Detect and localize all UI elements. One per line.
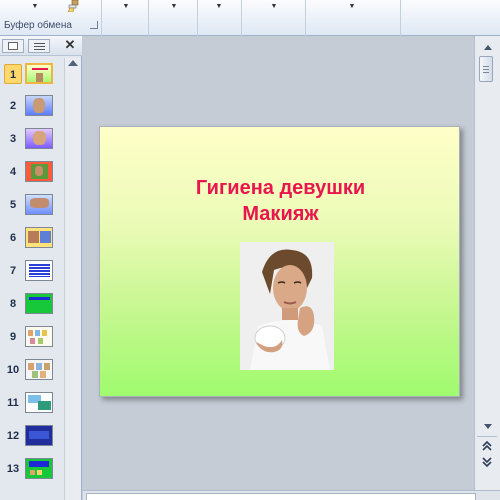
clipboard-group: ▼ Буфер обмена [0, 0, 102, 36]
thumbnail-slide-12[interactable]: 12 [0, 420, 64, 450]
thumbnail-slide-13[interactable]: 13 [0, 453, 64, 483]
thumbnail-number: 3 [9, 133, 17, 145]
scroll-up-icon[interactable] [68, 60, 78, 66]
thumbnail-number: 13 [6, 463, 20, 475]
prev-slide-icon[interactable] [480, 440, 494, 452]
thumbnail-image [25, 227, 53, 248]
thumbnail-number: 2 [9, 100, 17, 112]
thumbnail-number: 7 [9, 265, 17, 277]
thumbnails-scrollbar[interactable] [64, 58, 81, 500]
slide-title-line-1: Гигиена девушки [195, 177, 366, 199]
thumbnail-image [25, 63, 53, 84]
thumbnail-slide-8[interactable]: 8 [0, 288, 64, 318]
slides-group: ▼ [102, 0, 149, 36]
thumbnail-number: 5 [9, 199, 17, 211]
outline-tab[interactable] [28, 39, 50, 53]
thumbnail-image [25, 260, 53, 281]
thumbnail-image [25, 161, 53, 182]
clipboard-group-label: Буфер обмена [4, 20, 72, 31]
scroll-up-icon[interactable] [484, 45, 492, 50]
drawing-dropdown-arrow[interactable]: ▼ [269, 3, 279, 11]
font-dropdown-arrow[interactable]: ▼ [169, 3, 179, 11]
outline-tab-icon [34, 43, 45, 50]
thumbnail-slide-7[interactable]: 7 [0, 255, 64, 285]
thumbnail-number: 10 [6, 364, 20, 376]
scroll-down-icon[interactable] [484, 424, 492, 429]
thumbnail-slide-1[interactable]: 1 [0, 58, 64, 88]
scroll-thumb[interactable] [479, 56, 493, 82]
thumbnail-image [25, 392, 53, 413]
thumbnail-image [25, 293, 53, 314]
paragraph-dropdown-arrow[interactable]: ▼ [214, 3, 224, 11]
thumbnail-slide-6[interactable]: 6 [0, 222, 64, 252]
ribbon: ▼ Буфер обмена ▼ ▼ ▼ ▼ ▼ [0, 0, 500, 36]
thumbnail-number: 6 [9, 232, 17, 244]
slides-tab[interactable] [2, 39, 24, 53]
thumbnail-image [25, 425, 53, 446]
thumbnail-slide-2[interactable]: 2 [0, 90, 64, 120]
slide-editor: Гигиена девушки Макияж [83, 36, 474, 490]
editing-dropdown-arrow[interactable]: ▼ [347, 3, 357, 11]
slide-title-line-2: Макияж [242, 203, 319, 225]
thumbnail-number: 8 [9, 298, 17, 310]
thumbnail-number: 1 [4, 64, 22, 84]
thumbnail-image [25, 359, 53, 380]
slides-pane: ✕ 1 2 3 4 5 6 7 8 9 10 11 12 13 [0, 36, 82, 500]
thumbnail-slide-11[interactable]: 11 [0, 387, 64, 417]
close-icon[interactable]: ✕ [63, 38, 77, 52]
thumbnail-number: 11 [7, 397, 19, 409]
thumbnail-number: 9 [9, 331, 17, 343]
thumbnail-number: 4 [9, 166, 17, 178]
current-slide[interactable]: Гигиена девушки Макияж [99, 126, 460, 397]
next-slide-icon[interactable] [480, 456, 494, 468]
thumbnail-image [25, 458, 53, 479]
layout-dropdown-arrow[interactable]: ▼ [121, 3, 131, 11]
thumbnail-image [25, 194, 53, 215]
paste-dropdown-arrow[interactable]: ▼ [30, 3, 40, 11]
thumbnail-slide-3[interactable]: 3 [0, 123, 64, 153]
font-group: ▼ [149, 0, 198, 36]
drawing-group: ▼ [242, 0, 306, 36]
thumbnail-slide-9[interactable]: 9 [0, 321, 64, 351]
editor-scrollbar[interactable] [474, 36, 500, 490]
paragraph-group: ▼ [198, 0, 242, 36]
thumbnail-slide-5[interactable]: 5 [0, 189, 64, 219]
notes-pane-edge [83, 490, 500, 500]
portrait-photo[interactable] [240, 242, 334, 370]
dialog-launcher-icon[interactable] [90, 21, 98, 29]
slide-title[interactable]: Гигиена девушки Макияж [100, 175, 461, 227]
editing-group: ▼ [306, 0, 401, 36]
thumbnail-image [25, 326, 53, 347]
thumbnail-image [25, 95, 53, 116]
brush-icon[interactable] [66, 0, 80, 12]
slides-tab-icon [8, 42, 18, 50]
notes-pane[interactable] [86, 493, 476, 500]
thumbnail-list: 1 2 3 4 5 6 7 8 9 10 11 12 13 [0, 58, 64, 500]
thumbnail-slide-4[interactable]: 4 [0, 156, 64, 186]
thumbnail-slide-10[interactable]: 10 [0, 354, 64, 384]
thumbnail-number: 12 [6, 430, 20, 442]
pane-tabs: ✕ [0, 36, 82, 56]
thumbnail-image [25, 128, 53, 149]
